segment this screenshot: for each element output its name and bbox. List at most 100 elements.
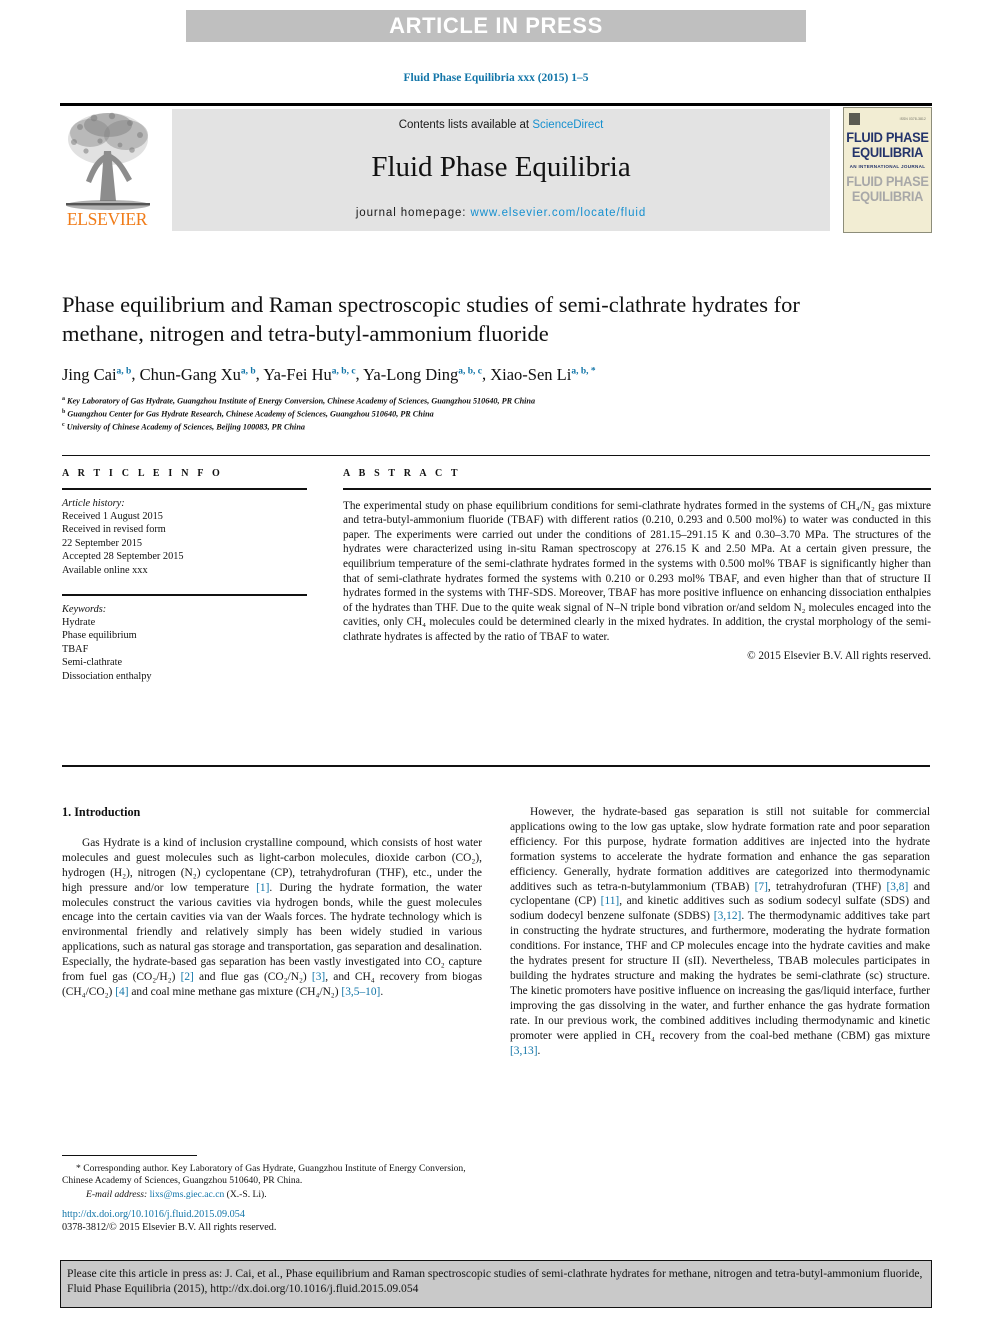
doi-and-issn-block: http://dx.doi.org/10.1016/j.fluid.2015.0… [62,1208,492,1234]
masthead-banner: Contents lists available at ScienceDirec… [172,109,830,231]
keyword-item: Semi-clathrate [62,657,123,669]
journal-title: Fluid Phase Equilibria [371,151,631,183]
article-in-press-label: ARTICLE IN PRESS [389,13,603,38]
elsevier-logo: ELSEVIER [60,109,154,231]
article-history-block: Article history: Received 1 August 2015 … [62,497,307,577]
affiliation-item: b Guangzhou Center for Gas Hydrate Resea… [62,407,862,420]
journal-cover-thumbnail: ISSN 0378-3812 FLUID PHASE EQUILIBRIA AN… [843,107,932,233]
footnote-star-marker: * [76,1163,81,1174]
article-info-column: A R T I C L E I N F O Article history: R… [62,468,307,683]
journal-masthead: ELSEVIER Contents lists available at Sci… [60,103,932,235]
citation-ref[interactable]: [3,5–10] [341,986,380,998]
cover-subtitle: AN INTERNATIONAL JOURNAL [849,164,926,169]
keyword-item: Dissociation enthalpy [62,670,152,682]
author-name: Ya-Fei Hu [263,364,332,384]
intro-paragraph-right: However, the hydrate-based gas separatio… [510,805,930,1058]
history-line: 22 September 2015 [62,537,143,549]
history-line: Received in revised form [62,524,166,536]
citation-ref[interactable]: [7] [755,881,768,893]
intro-left-text-6: . [380,985,384,998]
intro-right-text-2: , tetrahydrofuran (THF) [767,880,887,893]
elsevier-wordmark: ELSEVIER [66,209,148,229]
footnote-corresponding-text: Corresponding author. Key Laboratory of … [62,1163,466,1187]
email-address-link[interactable]: lixs@ms.giec.ac.cn [150,1189,225,1200]
citation-ref[interactable]: [3,13] [510,1045,538,1057]
author-list: Jing Caia, b, Chun-Gang Xua, b, Ya-Fei H… [62,364,596,384]
citation-ref[interactable]: [4] [115,986,128,998]
author-affiliation-marker: a, b, c [331,366,356,376]
article-in-press-banner: ARTICLE IN PRESS [186,10,806,42]
please-cite-text: Please cite this article in press as: J.… [67,1267,923,1296]
affiliation-marker: c [62,421,65,428]
author-name: Xiao-Sen Li [490,364,572,384]
affiliation-text: University of Chinese Academy of Science… [66,422,305,432]
elsevier-tree-icon [66,112,150,210]
cover-title-ghost: FLUID PHASE EQUILIBRIA [846,174,929,204]
footnote-rule [62,1155,197,1156]
footnote-email-line: E-mail address: lixs@ms.giec.ac.cn (X.-S… [62,1189,482,1201]
abstract-copyright: © 2015 Elsevier B.V. All rights reserved… [747,649,931,662]
intro-left-text-3: and flue gas (CO₂/N₂) [193,971,312,984]
running-head-citation: Fluid Phase Equilibria xxx (2015) 1–5 [403,72,589,84]
cover-topbar: ISSN 0378-3812 [849,112,926,125]
journal-homepage-line: journal homepage: www.elsevier.com/locat… [172,207,830,219]
abstract-column: A B S T R A C T The experimental study o… [343,468,931,662]
history-line: Accepted 28 September 2015 [62,551,184,563]
author-entry[interactable]: Jing Caia, b [62,365,131,384]
journal-homepage-link[interactable]: www.elsevier.com/locate/fluid [471,207,647,219]
citation-ref[interactable]: [11] [601,895,620,907]
intro-left-text-5: and coal mine methane gas mixture (CH₄/N… [128,985,342,998]
author-entry[interactable]: Ya-Fei Hua, b, c [263,365,355,384]
author-affiliation-marker: a, b, c [458,366,482,376]
citation-ref[interactable]: [3,12] [714,910,742,922]
author-entry[interactable]: Xiao-Sen Lia, b, * [490,365,595,384]
please-cite-box: Please cite this article in press as: J.… [60,1260,932,1308]
author-entry[interactable]: Chun-Gang Xua, b [140,365,256,384]
keywords-block: Keywords: Hydrate Phase equilibrium TBAF… [62,603,307,683]
cover-ghost-line1: FLUID PHASE [846,174,929,189]
intro-paragraph-left: Gas Hydrate is a kind of inclusion cryst… [62,836,482,1000]
intro-right-text-5: . The thermodynamic additives take part … [510,910,930,1042]
abstract-text: The experimental study on phase equilibr… [343,499,931,643]
doi-link[interactable]: http://dx.doi.org/10.1016/j.fluid.2015.0… [62,1208,492,1221]
author-affiliation-marker: a, b, * [571,366,596,376]
email-address-label: E-mail address: [86,1188,148,1200]
author-affiliation-marker: a, b [116,366,132,376]
citation-ref[interactable]: [3] [312,971,325,983]
contents-prefix: Contents lists available at [398,119,533,131]
affiliation-text: Guangzhou Center for Gas Hydrate Researc… [67,409,434,419]
article-info-rule [62,488,307,490]
cover-title-line2: EQUILIBRIA [851,145,924,160]
body-column-left: 1. Introduction Gas Hydrate is a kind of… [62,805,482,1000]
affiliation-marker: b [62,408,66,415]
keywords-rule [62,594,307,596]
article-info-heading: A R T I C L E I N F O [62,468,223,479]
keywords-label: Keywords: [62,603,107,615]
affiliation-list: a Key Laboratory of Gas Hydrate, Guangzh… [62,394,862,434]
keyword-item: Phase equilibrium [62,630,137,642]
citation-ref[interactable]: [1] [256,882,269,894]
abstract-heading: A B S T R A C T [343,468,461,479]
sciencedirect-link[interactable]: ScienceDirect [532,119,603,131]
citation-ref[interactable]: [3,8] [886,881,908,893]
cover-elsevier-mark-icon [849,112,860,125]
author-name: Jing Cai [62,364,117,384]
email-owner: (X.-S. Li). [226,1188,267,1200]
info-section-top-rule [62,455,930,456]
affiliation-text: Key Laboratory of Gas Hydrate, Guangzhou… [67,396,536,406]
issn-copyright-line: 0378-3812/© 2015 Elsevier B.V. All right… [62,1222,277,1234]
info-section-bottom-rule [62,765,930,767]
author-entry[interactable]: Ya-Long Dinga, b, c [363,365,482,384]
intro-right-text-6: . [537,1044,541,1057]
intro-left-text-2: . During the hydrate formation, the wate… [62,881,482,984]
article-history-label: Article history: [62,497,125,509]
cover-issn-text: ISSN 0378-3812 [899,116,926,121]
section-heading-introduction: 1. Introduction [62,805,141,819]
history-line: Available online xxx [62,564,148,576]
title-block: Phase equilibrium and Raman spectroscopi… [62,290,862,433]
masthead-top-rule [60,103,932,106]
contents-available-line: Contents lists available at ScienceDirec… [172,119,830,131]
history-line: Received 1 August 2015 [62,511,163,522]
citation-ref[interactable]: [2] [181,971,194,983]
cover-title-primary: FLUID PHASE EQUILIBRIA [846,130,929,160]
